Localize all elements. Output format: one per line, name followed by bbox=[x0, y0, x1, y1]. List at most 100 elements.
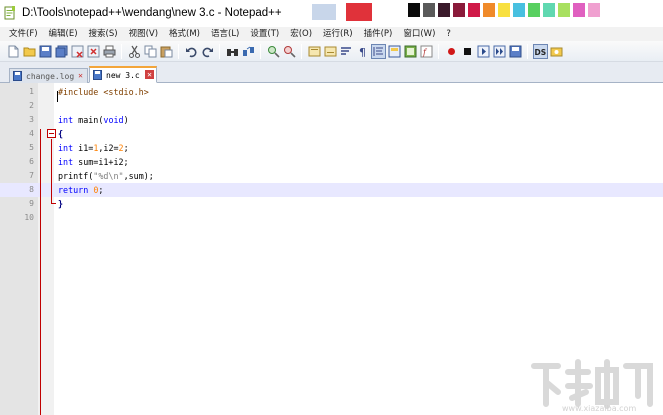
saved-file-icon bbox=[93, 70, 102, 80]
line-text: int i1=1,i2=2; bbox=[58, 141, 129, 155]
keyword-token: int bbox=[58, 157, 74, 167]
tab-label: change.log bbox=[26, 71, 75, 81]
close-all-icon[interactable] bbox=[86, 44, 101, 59]
fold-guide bbox=[51, 139, 52, 203]
title-bar[interactable]: D:\Tools\notepad++\wendang\new 3.c - Not… bbox=[0, 0, 663, 27]
menu-macro[interactable]: 宏(O) bbox=[290, 27, 312, 41]
menu-help[interactable]: ? bbox=[446, 27, 451, 41]
color-swatch bbox=[588, 3, 600, 17]
menu-window[interactable]: 窗口(W) bbox=[403, 27, 435, 41]
save-all-icon[interactable] bbox=[54, 44, 69, 59]
color-swatch bbox=[543, 3, 555, 17]
code-line[interactable]: 7 printf("%d\n",sum); bbox=[0, 169, 663, 183]
color-swatch bbox=[498, 3, 510, 17]
line-number: 8 bbox=[29, 185, 34, 194]
brace-token: } bbox=[58, 199, 64, 209]
fold-collapse-icon[interactable] bbox=[47, 129, 56, 138]
code-line[interactable]: 10 bbox=[0, 211, 663, 225]
brace-token: { bbox=[58, 129, 64, 139]
run-macro-multiple-icon[interactable] bbox=[492, 44, 507, 59]
menu-run[interactable]: 运行(R) bbox=[323, 27, 353, 41]
string-token: "%d\n" bbox=[93, 171, 124, 181]
find-icon[interactable] bbox=[225, 44, 240, 59]
save-macro-icon[interactable] bbox=[508, 44, 523, 59]
code-token: ; bbox=[123, 143, 129, 153]
function-list-icon[interactable]: f bbox=[419, 44, 434, 59]
color-swatch bbox=[513, 3, 525, 17]
replace-icon[interactable] bbox=[241, 44, 256, 59]
code-line[interactable]: 2 bbox=[0, 99, 663, 113]
window-title: D:\Tools\notepad++\wendang\new 3.c - Not… bbox=[22, 7, 282, 19]
code-editor[interactable]: 1 #include <stdio.h> 2 3 int main(void) … bbox=[0, 83, 663, 415]
new-file-icon[interactable] bbox=[6, 44, 21, 59]
menu-view[interactable]: 视图(V) bbox=[129, 27, 158, 41]
code-line[interactable]: 3 int main(void) bbox=[0, 113, 663, 127]
line-number: 6 bbox=[29, 157, 34, 166]
menu-language[interactable]: 语言(L) bbox=[211, 27, 239, 41]
color-swatch bbox=[438, 3, 450, 17]
color-swatch bbox=[453, 3, 465, 17]
menu-edit[interactable]: 编辑(E) bbox=[49, 27, 78, 41]
code-line[interactable]: 1 #include <stdio.h> bbox=[0, 85, 663, 99]
close-tab-icon[interactable]: ✕ bbox=[76, 71, 85, 80]
sync-horizontal-icon[interactable] bbox=[323, 44, 338, 59]
line-number: 10 bbox=[24, 213, 34, 222]
close-tab-icon[interactable]: ✕ bbox=[145, 70, 154, 79]
paste-icon[interactable] bbox=[159, 44, 174, 59]
save-icon[interactable] bbox=[38, 44, 53, 59]
cut-icon[interactable] bbox=[127, 44, 142, 59]
play-macro-icon[interactable] bbox=[476, 44, 491, 59]
code-line[interactable]: 5 int i1=1,i2=2; bbox=[0, 141, 663, 155]
line-number: 9 bbox=[29, 199, 34, 208]
plugin-extra-icon[interactable] bbox=[549, 44, 564, 59]
menu-plugins[interactable]: 插件(P) bbox=[364, 27, 393, 41]
indent-guide-icon[interactable] bbox=[371, 44, 386, 59]
line-text: } bbox=[58, 197, 63, 211]
show-all-chars-icon[interactable]: ¶ bbox=[355, 44, 370, 59]
code-line[interactable]: 9 } bbox=[0, 197, 663, 211]
code-token: main( bbox=[73, 115, 104, 125]
doc-map-icon[interactable] bbox=[403, 44, 418, 59]
notepadpp-app-icon[interactable] bbox=[4, 6, 16, 20]
tab-new-3c[interactable]: new 3.c ✕ bbox=[89, 66, 157, 83]
code-token: ,i2= bbox=[98, 143, 119, 153]
redo-icon[interactable] bbox=[200, 44, 215, 59]
line-number: 7 bbox=[29, 171, 34, 180]
stop-macro-icon[interactable] bbox=[460, 44, 475, 59]
toolbar-separator bbox=[438, 44, 439, 59]
toolbar-separator bbox=[219, 44, 220, 59]
tab-change-log[interactable]: change.log ✕ bbox=[9, 68, 88, 83]
menu-file[interactable]: 文件(F) bbox=[9, 27, 38, 41]
watermark-site: www.xiazaiba.com bbox=[562, 404, 637, 413]
code-line[interactable]: 6 int sum=i1+i2; bbox=[0, 155, 663, 169]
menu-search[interactable]: 搜索(S) bbox=[89, 27, 118, 41]
line-text: int sum=i1+i2; bbox=[58, 155, 129, 169]
code-line[interactable]: 4 { bbox=[0, 127, 663, 141]
color-swatch bbox=[483, 3, 495, 17]
code-line-current[interactable]: 8 return 0; bbox=[0, 183, 663, 197]
keyword-token: int bbox=[58, 143, 74, 153]
record-macro-icon[interactable] bbox=[444, 44, 459, 59]
color-swatch bbox=[558, 3, 570, 17]
line-text: #include <stdio.h> bbox=[58, 85, 149, 99]
user-lang-icon[interactable] bbox=[387, 44, 402, 59]
copy-icon[interactable] bbox=[143, 44, 158, 59]
code-token: sum=i1+i2; bbox=[73, 157, 129, 167]
color-swatch bbox=[468, 3, 480, 17]
undo-icon[interactable] bbox=[184, 44, 199, 59]
code-token: printf( bbox=[58, 171, 94, 181]
line-text: int main(void) bbox=[58, 113, 129, 127]
ds-plugin-icon[interactable]: DS bbox=[533, 44, 548, 59]
word-wrap-icon[interactable] bbox=[339, 44, 354, 59]
print-icon[interactable] bbox=[102, 44, 117, 59]
close-file-icon[interactable] bbox=[70, 44, 85, 59]
sync-vertical-icon[interactable] bbox=[307, 44, 322, 59]
svg-text:¶: ¶ bbox=[359, 46, 366, 58]
line-text: return 0; bbox=[58, 183, 103, 197]
open-file-icon[interactable] bbox=[22, 44, 37, 59]
zoom-out-icon[interactable] bbox=[282, 44, 297, 59]
zoom-in-icon[interactable] bbox=[266, 44, 281, 59]
color-swatch bbox=[528, 3, 540, 17]
menu-format[interactable]: 格式(M) bbox=[169, 27, 200, 41]
menu-settings[interactable]: 设置(T) bbox=[250, 27, 279, 41]
